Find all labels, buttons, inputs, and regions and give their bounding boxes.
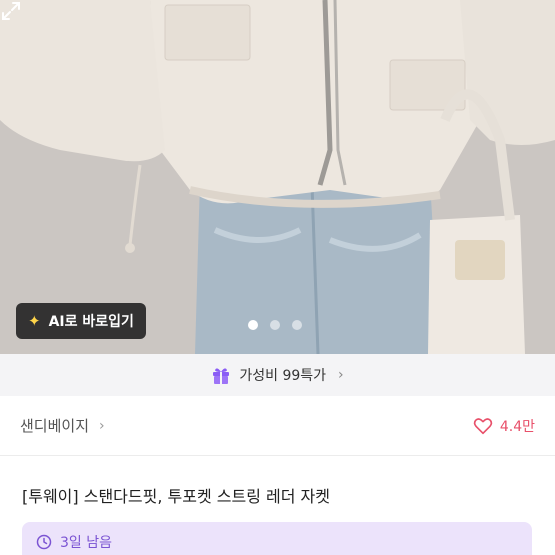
carousel-indicator [248, 320, 302, 330]
time-remaining-label: 3일 남음 [60, 535, 112, 551]
carousel-dot[interactable] [270, 320, 280, 330]
chevron-right-icon: › [338, 367, 344, 383]
product-photo[interactable]: ✦ AI로 바로입기 [0, 0, 555, 354]
product-photo-illustration [0, 0, 555, 354]
seller-link[interactable]: 샌디베이지 › [20, 415, 105, 436]
gift-icon [213, 368, 230, 384]
carousel-dot[interactable] [292, 320, 302, 330]
like-button[interactable]: 4.4만 [472, 415, 535, 437]
time-remaining-badge: 3일 남음 [22, 522, 532, 555]
chevron-right-icon: › [99, 417, 105, 434]
seller-name: 샌디베이지 [20, 417, 90, 435]
magic-wand-icon: ✦ [28, 312, 41, 330]
heart-icon [473, 417, 493, 434]
ai-try-on-label: AI로 바로입기 [48, 314, 134, 330]
expand-icon[interactable] [0, 0, 22, 22]
seller-row: 샌디베이지 › 4.4만 [0, 396, 555, 456]
ai-try-on-button[interactable]: ✦ AI로 바로입기 [16, 303, 146, 339]
clock-icon [36, 534, 52, 550]
like-count: 4.4만 [499, 418, 535, 435]
product-title: [투웨이] 스탠다드핏, 투포켓 스트링 레더 자켓 [22, 487, 330, 506]
promo-label: 가성비 99특가 [239, 368, 327, 384]
promo-banner[interactable]: 가성비 99특가 › [0, 354, 555, 396]
carousel-dot[interactable] [248, 320, 258, 330]
